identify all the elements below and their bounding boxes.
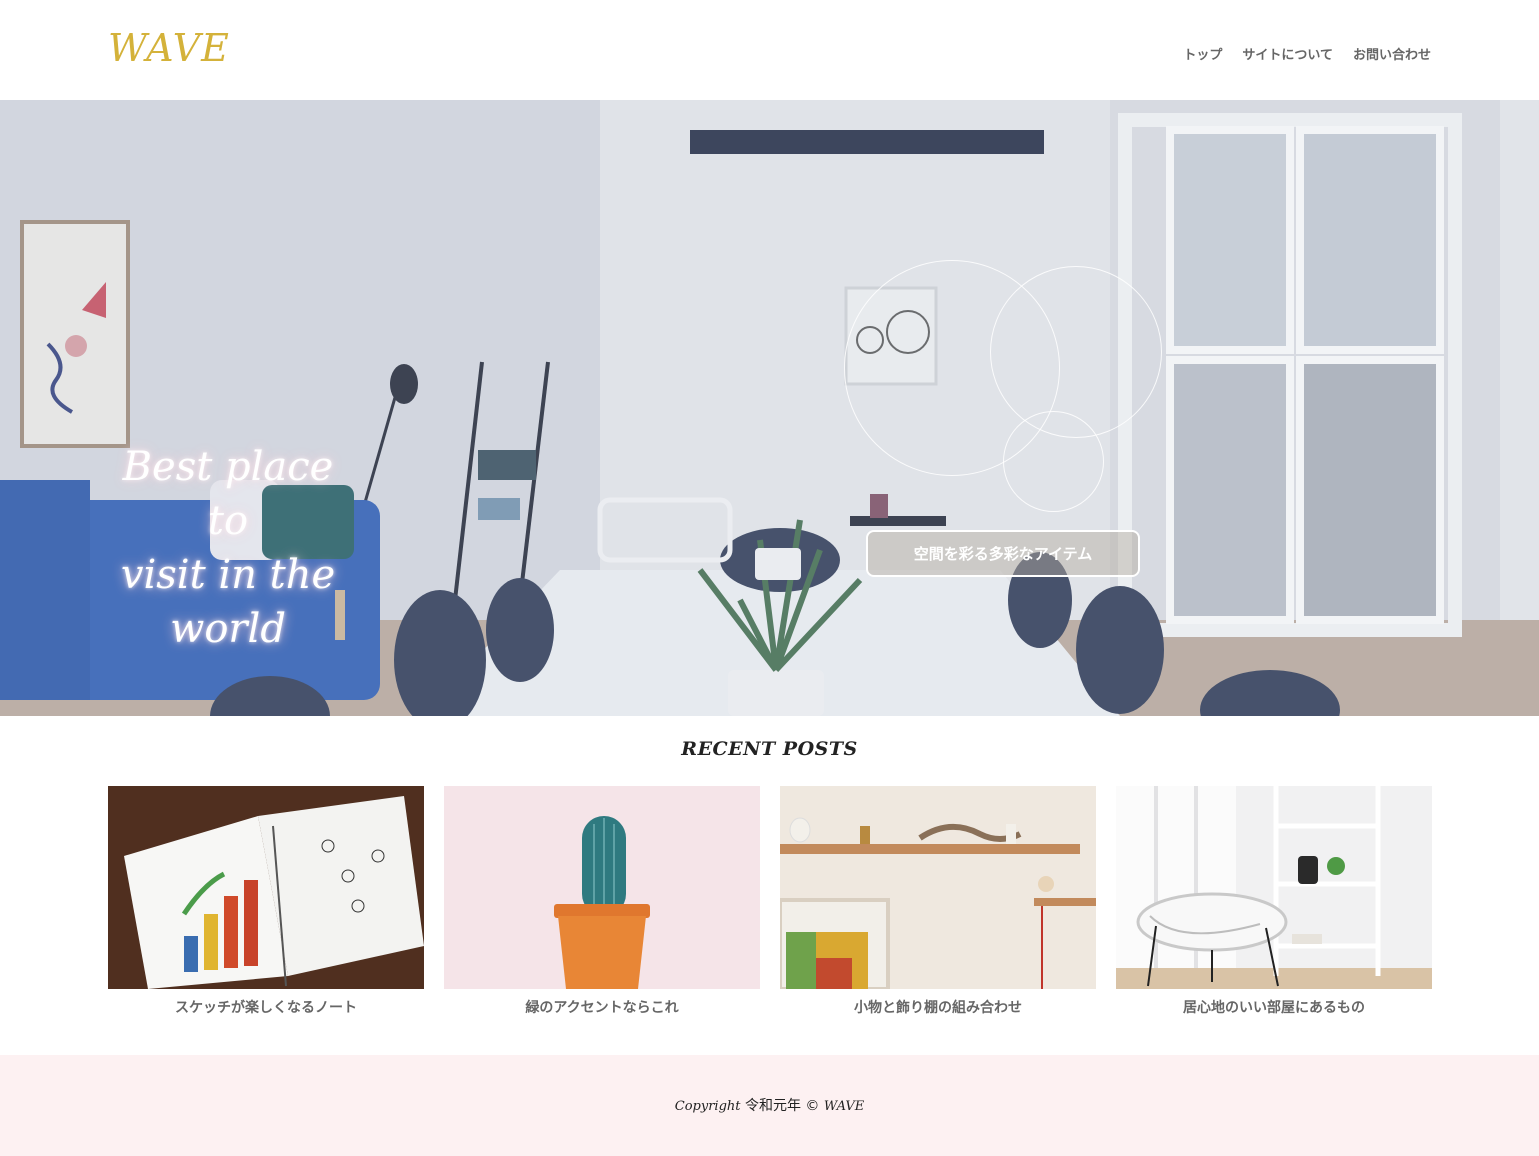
post-card[interactable]: スケッチが楽しくなるノート: [108, 786, 424, 1017]
site-header: WAVE トップ サイトについて お問い合わせ: [0, 0, 1539, 100]
circle-decoration-icon: [990, 266, 1162, 438]
nav-item-contact[interactable]: お問い合わせ: [1353, 44, 1431, 63]
post-thumbnail-cactus[interactable]: [444, 786, 760, 989]
post-title[interactable]: 居心地のいい部屋にあるもの: [1116, 997, 1432, 1017]
nav-item-about[interactable]: サイトについて: [1242, 44, 1333, 63]
site-footer: Copyright 令和元年 © WAVE: [0, 1055, 1539, 1156]
post-thumbnail-notebook[interactable]: [108, 786, 424, 989]
hero-title-line-2: visit in the: [120, 552, 336, 598]
copyright-label: Copyright: [674, 1099, 741, 1114]
copyright-era: 令和元年: [744, 1098, 801, 1114]
post-card[interactable]: 居心地のいい部屋にあるもの: [1116, 786, 1432, 1017]
post-title[interactable]: 小物と飾り棚の組み合わせ: [780, 997, 1096, 1017]
copyright-symbol: ©: [805, 1098, 820, 1114]
circle-decoration-icon: [1003, 411, 1104, 512]
post-thumbnail-chair-room[interactable]: [1116, 786, 1432, 989]
hero-cta-button[interactable]: 空間を彩る多彩なアイテム: [866, 530, 1140, 577]
site-logo[interactable]: WAVE: [108, 26, 230, 70]
recent-posts-heading: RECENT POSTS: [681, 738, 858, 760]
hero-title: Best place to visit in the world: [118, 440, 338, 656]
post-card[interactable]: 緑のアクセントならこれ: [444, 786, 760, 1017]
post-thumbnail-shelf[interactable]: [780, 786, 1096, 989]
hero-title-line-3: world: [170, 606, 286, 652]
post-title[interactable]: スケッチが楽しくなるノート: [108, 997, 424, 1017]
nav-item-top[interactable]: トップ: [1183, 44, 1222, 63]
recent-posts-list: スケッチが楽しくなるノート 緑のアクセントならこれ 小物と飾り棚の組み合わせ 居…: [108, 786, 1432, 1017]
post-title[interactable]: 緑のアクセントならこれ: [444, 997, 760, 1017]
copyright: Copyright 令和元年 © WAVE: [0, 1095, 1539, 1115]
copyright-brand: WAVE: [823, 1099, 865, 1114]
hero: Best place to visit in the world 空間を彩る多彩…: [0, 100, 1539, 716]
hero-title-line-1: Best place to: [122, 444, 334, 544]
main-nav: トップ サイトについて お問い合わせ: [1183, 44, 1431, 63]
post-card[interactable]: 小物と飾り棚の組み合わせ: [780, 786, 1096, 1017]
